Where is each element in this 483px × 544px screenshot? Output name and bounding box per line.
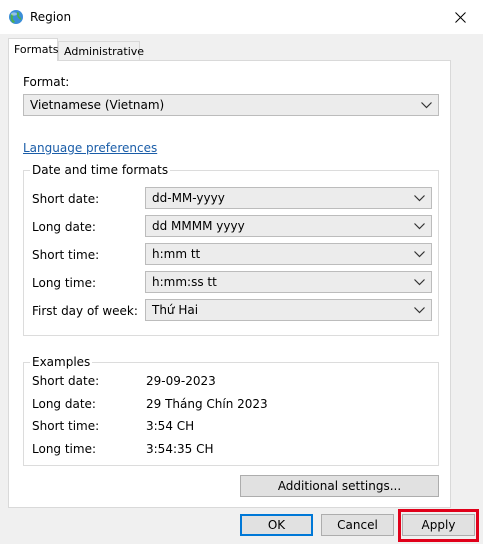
long-date-label: Long date: [32, 220, 96, 234]
chevron-down-icon [414, 223, 425, 230]
close-button[interactable] [437, 0, 483, 34]
examples-group: Examples Short date: 29-09-2023 Long dat… [23, 355, 439, 466]
long-time-label: Long time: [32, 276, 97, 290]
long-time-dropdown[interactable]: h:mm:ss tt [145, 271, 432, 293]
date-time-formats-title: Date and time formats [30, 163, 171, 177]
example-long-date-value: 29 Tháng Chín 2023 [146, 397, 268, 411]
tab-administrative[interactable]: Administrative [58, 41, 144, 61]
example-short-time-label: Short time: [32, 419, 100, 433]
short-time-dropdown[interactable]: h:mm tt [145, 243, 432, 265]
example-short-time-value: 3:54 CH [146, 419, 195, 433]
tab-formats[interactable]: Formats [8, 38, 59, 61]
additional-settings-button[interactable]: Additional settings... [240, 475, 439, 497]
short-date-dropdown[interactable]: dd-MM-yyyy [145, 187, 432, 209]
apply-highlight-box [398, 509, 479, 542]
chevron-down-icon [414, 279, 425, 286]
example-long-date-label: Long date: [32, 397, 96, 411]
long-date-dropdown[interactable]: dd MMMM yyyy [145, 215, 432, 237]
language-preferences-link[interactable]: Language preferences [23, 141, 157, 155]
example-long-time-label: Long time: [32, 442, 97, 456]
short-time-value: h:mm tt [152, 247, 201, 261]
title-bar: Region [0, 0, 483, 34]
example-short-date-label: Short date: [32, 374, 100, 388]
chevron-down-icon [414, 251, 425, 258]
window-title: Region [30, 10, 72, 24]
short-date-label: Short date: [32, 192, 100, 206]
example-short-date-value: 29-09-2023 [146, 374, 216, 388]
ok-button[interactable]: OK [240, 514, 313, 536]
chevron-down-icon [421, 102, 432, 109]
format-dropdown[interactable]: Vietnamese (Vietnam) [23, 94, 439, 116]
first-day-of-week-dropdown[interactable]: Thứ Hai [145, 299, 432, 321]
first-day-of-week-label: First day of week: [32, 304, 138, 318]
examples-title: Examples [30, 355, 93, 369]
chevron-down-icon [414, 307, 425, 314]
format-dropdown-value: Vietnamese (Vietnam) [30, 98, 165, 112]
chevron-down-icon [414, 195, 425, 202]
cancel-button[interactable]: Cancel [321, 514, 394, 536]
close-icon [454, 11, 466, 23]
example-long-time-value: 3:54:35 CH [146, 442, 214, 456]
long-time-value: h:mm:ss tt [152, 275, 217, 289]
format-label: Format: [23, 75, 70, 89]
short-time-label: Short time: [32, 248, 100, 262]
first-day-of-week-value: Thứ Hai [152, 303, 199, 317]
globe-icon [8, 9, 24, 25]
long-date-value: dd MMMM yyyy [152, 219, 245, 233]
short-date-value: dd-MM-yyyy [152, 191, 225, 205]
date-time-formats-group: Date and time formats Short date: dd-MM-… [23, 163, 439, 336]
formats-panel: Format: Vietnamese (Vietnam) Language pr… [8, 60, 451, 508]
